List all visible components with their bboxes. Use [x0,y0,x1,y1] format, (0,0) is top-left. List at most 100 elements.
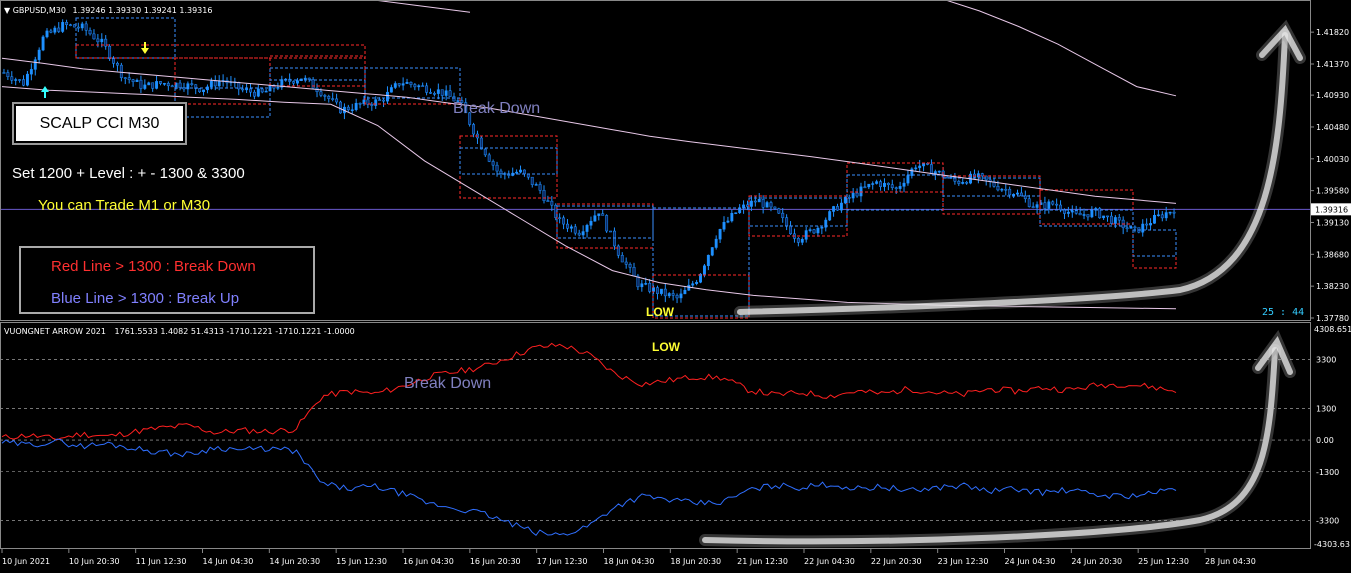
candle-body [749,200,753,207]
candle-body [546,200,550,202]
candle-body [108,45,112,59]
candle-body [162,83,166,85]
candle-body [855,192,859,197]
time-tick-label: 18 Jun 20:30 [670,557,721,566]
candle-body [1164,212,1168,219]
candle-body [847,197,851,199]
candle-body [785,217,789,226]
candle-body [796,238,800,243]
candle-body [906,175,910,184]
candle-body [867,183,871,188]
candle-body [386,91,389,102]
sub-header: VUONGNET ARROW 2021 1761.5533 1.4082 51.… [4,327,355,336]
candle-body [307,77,311,80]
candle-body [178,82,182,88]
candle-body [448,90,452,97]
candle-body [726,220,730,223]
candle-body [1000,188,1004,191]
candle-body [612,230,616,247]
symbol-label: GBPUSD,M30 [12,6,66,15]
chevron-down-icon[interactable]: ▼ [4,6,10,15]
candle-body [499,170,503,174]
candle-body [1078,212,1082,216]
candle-body [339,101,342,114]
candle-body [640,283,644,288]
candle-body [773,206,777,209]
red-rule: Red Line > 1300 : Break Down [51,258,256,275]
candle-body [370,104,374,106]
candle-body [593,215,597,222]
osc-tick-label: -3300 [1316,517,1339,526]
candle-body [429,92,432,94]
candle-body [961,182,965,184]
candle-body [890,184,894,188]
time-tick-label: 28 Jun 04:30 [1205,557,1256,566]
main-header: ▼ GBPUSD,M30 1.39246 1.39330 1.39241 1.3… [4,6,212,15]
candle-body [53,27,57,33]
osc-min-label: -4303.63 [1314,540,1350,549]
candle-body [515,171,519,174]
candle-body [190,83,194,85]
candle-body [781,212,785,218]
candle-body [839,202,843,211]
candle-body [65,22,69,25]
candle-body [812,229,816,234]
candle-body [1043,202,1047,209]
candle-body [217,80,221,87]
candle-body [92,33,96,40]
price-tick-label: 1.40930 [1316,91,1349,100]
candle-body [495,164,499,172]
candle-body [41,36,45,51]
time-tick-label: 24 Jun 20:30 [1071,557,1122,566]
candle-body [143,84,147,89]
candle-body [405,82,409,84]
time-tick-label: 21 Jun 12:30 [737,557,788,566]
candle-body [303,77,307,80]
candle-body [851,192,855,199]
candle-body [112,58,115,64]
candle-body [45,30,49,38]
candle-body [49,30,53,33]
candle-body [581,231,585,236]
candle-body [147,82,151,86]
candle-body [808,229,812,231]
candle-body [202,89,205,92]
candle-body [25,73,29,86]
candle-body [577,232,581,236]
candle-body [816,227,820,234]
candle-body [1063,209,1066,214]
time-tick-label: 22 Jun 20:30 [871,557,922,566]
candle-body [738,208,742,213]
candle-body [789,225,792,235]
current-price-text: 1.39316 [1315,205,1348,214]
candle-body [883,182,886,187]
candle-body [710,247,714,256]
price-tick-label: 1.38680 [1316,250,1349,259]
candle-body [675,295,679,299]
osc-max-label: 4308.651 [1314,325,1351,334]
price-tick-label: 1.37780 [1316,314,1349,323]
candle-body [37,49,41,60]
candle-body [522,169,526,175]
candle-body [10,76,14,81]
candle-body [1125,227,1129,230]
candle-body [530,176,534,185]
candle-body [382,99,386,102]
candle-body [965,182,969,184]
candle-body [1047,201,1051,209]
candle-body [616,245,620,256]
candle-body [311,79,315,89]
time-tick-label: 14 Jun 20:30 [269,557,320,566]
candle-body [507,174,511,176]
candle-body [2,72,6,74]
candle-body [22,79,25,86]
candle-body [1074,210,1078,214]
candle-body [487,154,491,162]
candle-body [957,180,961,184]
candle-body [1019,192,1023,197]
candle-body [139,79,143,89]
candle-body [84,23,88,31]
candle-body [562,217,566,225]
candle-body [393,83,397,88]
candle-body [260,88,264,93]
